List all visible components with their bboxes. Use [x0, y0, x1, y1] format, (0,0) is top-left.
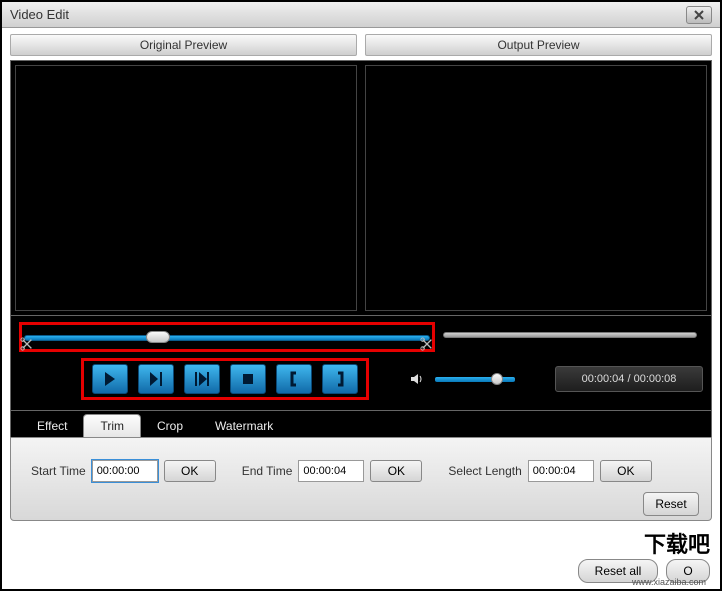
trim-track[interactable]	[24, 335, 430, 341]
output-preview-pane	[365, 65, 707, 311]
trim-playhead[interactable]	[146, 331, 170, 343]
footer-ok-button[interactable]: O	[666, 559, 710, 583]
bracket-right-icon	[331, 370, 349, 388]
volume-control	[409, 371, 515, 387]
full-timeline-track[interactable]	[443, 332, 697, 338]
tab-effect[interactable]: Effect	[21, 415, 83, 437]
mark-in-button[interactable]	[276, 364, 312, 394]
tab-trim[interactable]: Trim	[83, 414, 141, 437]
preview-container	[10, 60, 712, 316]
start-time-label: Start Time	[31, 464, 86, 478]
select-length-input[interactable]: 00:00:04	[528, 460, 594, 482]
stop-icon	[239, 370, 257, 388]
original-preview-label: Original Preview	[10, 34, 357, 56]
play-double-icon	[193, 370, 211, 388]
watermark-logo: 下载吧	[644, 527, 710, 559]
end-ok-button[interactable]: OK	[370, 460, 422, 482]
start-time-input[interactable]: 00:00:00	[92, 460, 158, 482]
video-edit-window: Video Edit Original Preview Output Previ…	[0, 0, 722, 591]
close-icon	[693, 9, 705, 21]
select-length-label: Select Length	[448, 464, 521, 478]
play-output-button[interactable]	[138, 364, 174, 394]
tab-watermark[interactable]: Watermark	[199, 415, 289, 437]
play-output-icon	[147, 370, 165, 388]
window-title: Video Edit	[10, 7, 686, 22]
stop-button[interactable]	[230, 364, 266, 394]
titlebar: Video Edit	[2, 2, 720, 28]
speaker-icon	[409, 371, 425, 387]
play-both-button[interactable]	[184, 364, 220, 394]
play-icon	[101, 370, 119, 388]
end-time-label: End Time	[242, 464, 293, 478]
reset-all-button[interactable]: Reset all	[578, 559, 658, 583]
scissor-start-icon[interactable]	[20, 337, 34, 351]
reset-button[interactable]: Reset	[643, 492, 699, 516]
trim-range-highlight	[19, 322, 435, 352]
close-button[interactable]	[686, 6, 712, 24]
volume-thumb[interactable]	[491, 373, 503, 385]
playback-controls-highlight	[81, 358, 369, 400]
tab-crop[interactable]: Crop	[141, 415, 199, 437]
volume-slider[interactable]	[435, 377, 515, 382]
length-ok-button[interactable]: OK	[600, 460, 652, 482]
play-button[interactable]	[92, 364, 128, 394]
footer-buttons: Reset all O	[578, 559, 710, 583]
tabs-strip: Effect Trim Crop Watermark	[10, 411, 712, 437]
trim-panel: Start Time 00:00:00 OK End Time 00:00:04…	[10, 437, 712, 521]
output-preview-label: Output Preview	[365, 34, 712, 56]
timeline-area: 00:00:04 / 00:00:08	[10, 316, 712, 411]
bracket-left-icon	[285, 370, 303, 388]
mark-out-button[interactable]	[322, 364, 358, 394]
scissor-end-icon[interactable]	[420, 337, 434, 351]
original-preview-pane	[15, 65, 357, 311]
time-display: 00:00:04 / 00:00:08	[555, 366, 703, 392]
start-ok-button[interactable]: OK	[164, 460, 216, 482]
end-time-input[interactable]: 00:00:04	[298, 460, 364, 482]
